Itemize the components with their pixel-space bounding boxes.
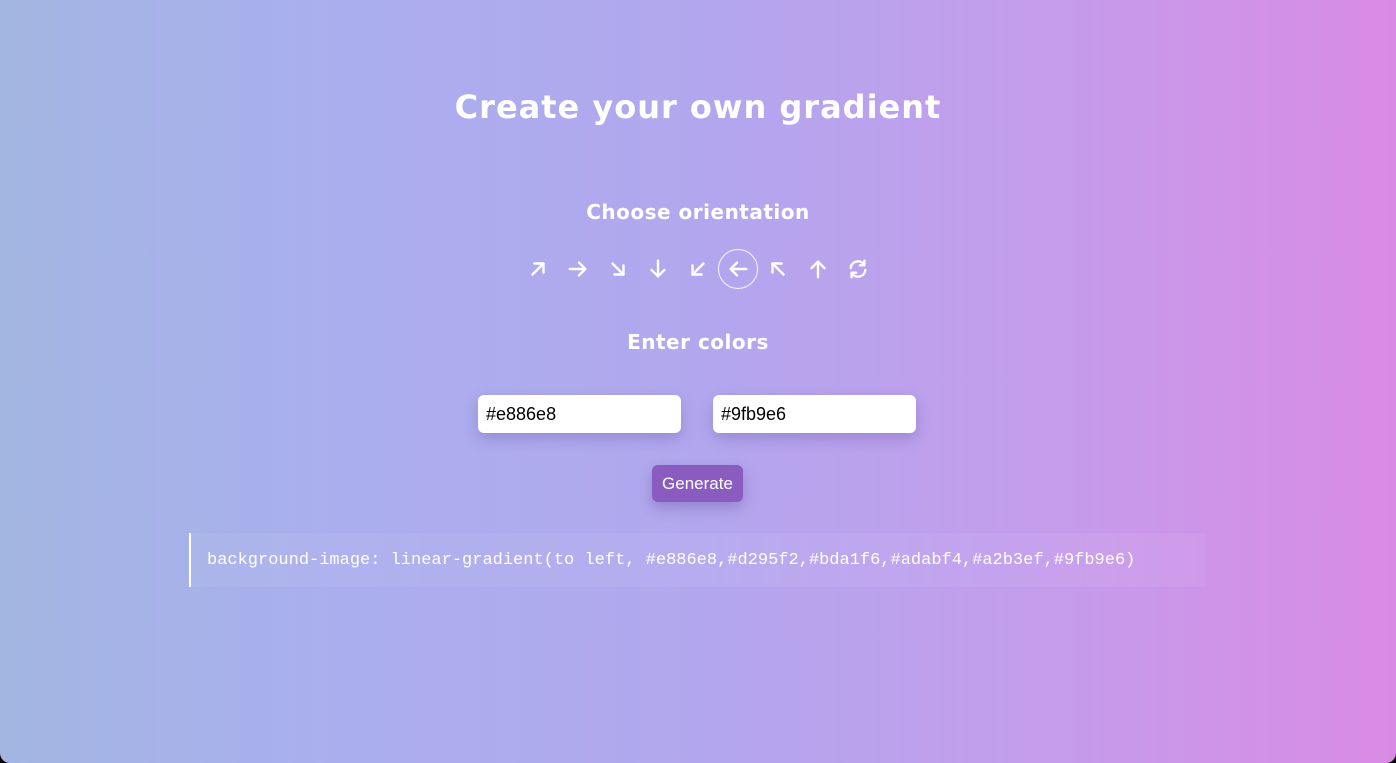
app-background: Create your own gradient Choose orientat… (0, 0, 1396, 763)
orientation-option-bottom-right[interactable] (598, 249, 638, 289)
arrow-up-left-icon (771, 262, 785, 276)
colors-heading: Enter colors (627, 330, 769, 354)
orientation-option-left[interactable] (718, 249, 758, 289)
generate-button[interactable]: Generate (652, 465, 743, 502)
orientation-option-bottom[interactable] (638, 249, 678, 289)
orientation-selector (518, 248, 878, 290)
css-output-block: background-image: linear-gradient(to lef… (189, 533, 1205, 587)
color-input-2[interactable] (713, 395, 916, 433)
orientation-option-top-left[interactable] (758, 249, 798, 289)
css-output-text: background-image: linear-gradient(to lef… (207, 550, 1136, 570)
arrow-down-left-icon (691, 262, 705, 276)
arrow-down-icon (650, 259, 666, 278)
arrow-up-icon (810, 260, 826, 279)
arrow-left-icon (729, 261, 748, 277)
orientation-heading: Choose orientation (586, 200, 810, 224)
refresh-icon (849, 259, 867, 279)
orientation-option-bottom-left[interactable] (678, 249, 718, 289)
orientation-option-top[interactable] (798, 249, 838, 289)
color-input-1[interactable] (478, 395, 681, 433)
orientation-option-top-right[interactable] (518, 249, 558, 289)
arrow-up-right-icon (531, 262, 545, 276)
orientation-option-right[interactable] (558, 249, 598, 289)
page-title: Create your own gradient (454, 88, 942, 126)
arrow-down-right-icon (611, 262, 625, 276)
orientation-option-radial[interactable] (838, 249, 878, 289)
arrow-right-icon (568, 261, 587, 277)
